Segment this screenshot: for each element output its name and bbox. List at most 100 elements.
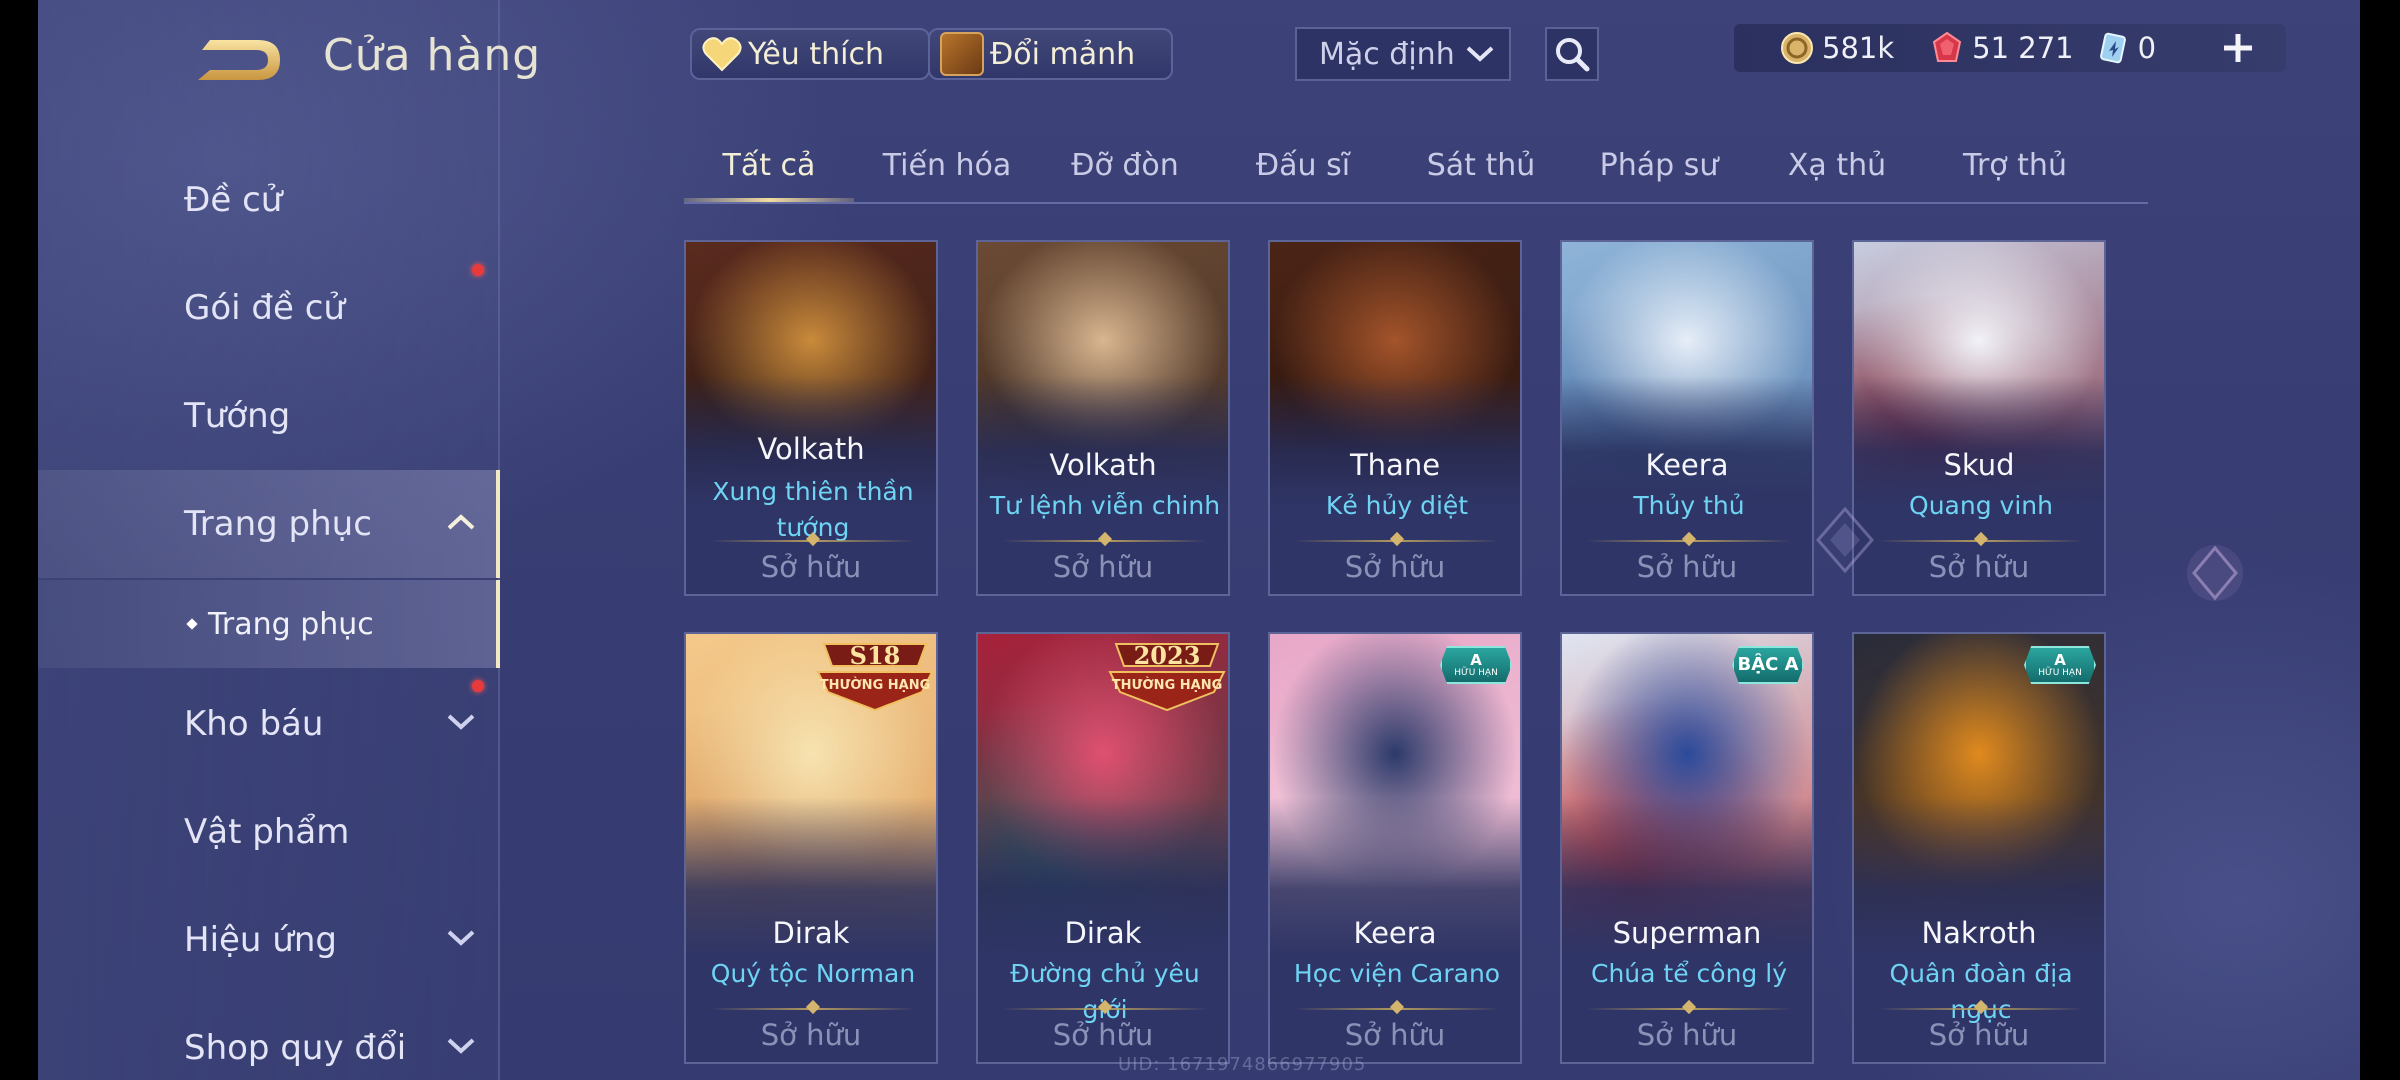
- tab-mage[interactable]: Pháp sư: [1574, 148, 1744, 183]
- tab-fighter[interactable]: Đấu sĩ: [1218, 148, 1388, 183]
- tab-label: Tiến hóa: [882, 148, 1012, 183]
- rank-badge-top: S18: [850, 641, 901, 670]
- skin-card[interactable]: NakrothQuân đoàn địa ngụcSở hữuAHỮU HẠN: [1852, 632, 2106, 1064]
- skin-card[interactable]: Keera Thủy thủ Sở hữu: [1560, 240, 1814, 596]
- skin-card[interactable]: Dirak Quý tộc Norman Sở hữu S18 THƯỜNG HẠNG: [684, 632, 938, 1064]
- sidebar-item-exchange-shop[interactable]: Shop quy đổi: [38, 994, 500, 1080]
- card-divider: [1294, 540, 1500, 542]
- skin-name: Chúa tể công lý: [1591, 959, 1787, 988]
- sidebar: Đề cử Gói đề cử Tướng Trang phục Trang p…: [38, 0, 500, 1080]
- owned-status: Sở hữu: [760, 550, 862, 584]
- sidebar-item-label: Shop quy đổi: [184, 1028, 407, 1068]
- ruby-gem-icon: [1933, 31, 1962, 62]
- sidebar-item-effects[interactable]: Hiệu ứng: [38, 886, 500, 994]
- gold-coin-icon: [1781, 32, 1813, 64]
- hero-name: Keera: [1645, 448, 1729, 482]
- skin-card[interactable]: Thane Kẻ hủy diệt Sở hữu: [1268, 240, 1522, 596]
- card-divider: [1002, 1008, 1208, 1010]
- sort-selected-value: Mặc định: [1319, 36, 1455, 72]
- chevron-down-icon: [447, 1038, 475, 1054]
- tab-label: Trợ thủ: [1963, 148, 2067, 183]
- hero-name: Superman: [1612, 916, 1762, 950]
- hero-name: Skud: [1943, 448, 2015, 482]
- skin-name: Thủy thủ: [1633, 491, 1745, 520]
- skin-name: Tư lệnh viễn chinh: [989, 491, 1221, 520]
- sidebar-item-label: Tướng: [184, 396, 291, 436]
- tab-assassin[interactable]: Sát thủ: [1396, 148, 1566, 183]
- skin-name: Học viện Carano: [1293, 959, 1501, 988]
- card-divider: [1586, 1008, 1792, 1010]
- card-divider: [1002, 540, 1208, 542]
- hero-name: Volkath: [1049, 448, 1157, 482]
- sidebar-item-items[interactable]: Vật phẩm: [38, 778, 500, 886]
- sidebar-item-skins[interactable]: Trang phục: [38, 470, 500, 578]
- skin-name: Kẻ hủy diệt: [1325, 491, 1469, 520]
- tier-badge: BẬC A: [1732, 646, 1804, 684]
- search-icon: [1556, 38, 1590, 72]
- tab-support[interactable]: Trợ thủ: [1930, 148, 2100, 183]
- favorites-label: Yêu thích: [748, 36, 884, 72]
- tier-badge-label: A: [1470, 650, 1482, 669]
- card-divider: [1878, 540, 2084, 542]
- ruby-amount: 51 271: [1972, 31, 2074, 65]
- tab-evolution[interactable]: Tiến hóa: [862, 148, 1032, 183]
- tier-badge: A HỮU HẠN: [1440, 646, 1512, 684]
- skin-card[interactable]: Superman Chúa tể công lý Sở hữu BẬC A: [1560, 632, 1814, 1064]
- heart-icon: [702, 37, 742, 72]
- tab-label: Đấu sĩ: [1255, 148, 1351, 183]
- skin-card[interactable]: Volkath Tư lệnh viễn chinh Sở hữu: [976, 240, 1230, 596]
- sidebar-item-treasure[interactable]: Kho báu: [38, 670, 500, 778]
- sidebar-subitem-skins[interactable]: Trang phục: [38, 580, 500, 668]
- tab-label: Sát thủ: [1426, 148, 1536, 183]
- tab-label: Đỡ đòn: [1071, 148, 1179, 183]
- card-divider: [710, 1008, 916, 1010]
- sidebar-item-label: Gói đề cử: [184, 288, 345, 328]
- sidebar-item-recommended-bundles[interactable]: Gói đề cử: [38, 254, 500, 362]
- voucher-currency: 0: [2096, 31, 2156, 65]
- sort-dropdown[interactable]: Mặc định: [1295, 27, 1511, 81]
- screen-edge-left: [0, 0, 38, 1080]
- chevron-down-icon: [447, 714, 475, 730]
- tab-label: Xạ thủ: [1787, 148, 1887, 183]
- favorites-button[interactable]: Yêu thích: [690, 28, 930, 80]
- tab-tank[interactable]: Đỡ đòn: [1040, 148, 1210, 183]
- tier-badge-sublabel: HỮU HẠN: [2038, 667, 2082, 678]
- skin-card[interactable]: DirakĐường chủ yêu giớiSở hữu2023THƯỜNG …: [976, 632, 1230, 1064]
- back-arrow-icon[interactable]: [188, 30, 288, 90]
- user-id-text: UID: 1671974866977905: [1118, 1054, 1367, 1075]
- chevron-up-icon: [447, 514, 475, 530]
- skin-name: Quý tộc Norman: [710, 959, 916, 988]
- skin-card[interactable]: Skud Quang vinh Sở hữu: [1852, 240, 2106, 596]
- owned-status: Sở hữu: [760, 1018, 862, 1052]
- owned-status: Sở hữu: [1928, 1018, 2030, 1052]
- page-title: Cửa hàng: [323, 30, 542, 81]
- sidebar-item-heroes[interactable]: Tướng: [38, 362, 500, 470]
- voucher-icon: [2099, 32, 2126, 64]
- rank-badge-top: 2023: [1134, 641, 1201, 670]
- tab-marksman[interactable]: Xạ thủ: [1752, 148, 1922, 183]
- tab-all[interactable]: Tất cả: [684, 148, 854, 202]
- owned-status: Sở hữu: [1344, 1018, 1446, 1052]
- shard-exchange-button[interactable]: Đổi mảnh: [928, 28, 1173, 80]
- gold-amount: 581k: [1822, 31, 1895, 65]
- tier-badge-sublabel: HỮU HẠN: [1454, 667, 1498, 678]
- tab-label: Tất cả: [722, 148, 816, 183]
- tier-badge-label: BẬC A: [1737, 654, 1799, 675]
- skin-card[interactable]: Keera Học viện Carano Sở hữu A HỮU HẠN: [1268, 632, 1522, 1064]
- sidebar-item-label: Hiệu ứng: [184, 920, 337, 960]
- sidebar-item-recommended[interactable]: Đề cử: [38, 146, 500, 254]
- sidebar-item-label: Kho báu: [184, 704, 324, 744]
- notification-dot: [472, 264, 484, 276]
- hero-name: Dirak: [772, 916, 850, 950]
- owned-status: Sở hữu: [1052, 1018, 1154, 1052]
- hero-name: Dirak: [1064, 916, 1142, 950]
- add-currency-icon[interactable]: [2218, 28, 2258, 68]
- screen-edge-right: [2362, 0, 2400, 1080]
- search-button[interactable]: [1545, 27, 1599, 81]
- ruby-currency: 51 271: [1930, 31, 2074, 65]
- gold-currency: 581k: [1780, 31, 1894, 65]
- treasure-chest-icon: [940, 32, 984, 76]
- shard-exchange-label: Đổi mảnh: [990, 36, 1136, 72]
- owned-status: Sở hữu: [1344, 550, 1446, 584]
- skin-card[interactable]: Volkath Xung thiên thần tướng Sở hữu: [684, 240, 938, 596]
